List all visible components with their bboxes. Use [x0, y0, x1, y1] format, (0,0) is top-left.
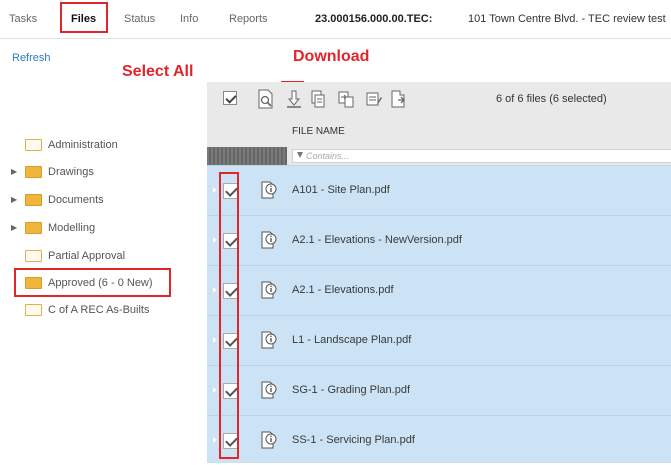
- filter-placeholder: Contains...: [306, 151, 350, 161]
- file-row[interactable]: L1 - Landscape Plan.pdf: [207, 315, 671, 365]
- select-all-annotation: Select All: [122, 63, 194, 80]
- project-code: 23.000156.000.00.TEC:: [315, 13, 433, 25]
- folder-icon: [25, 250, 42, 262]
- row-expand-icon[interactable]: [213, 337, 217, 343]
- project-name: 101 Town Centre Blvd. - TEC review test: [468, 13, 666, 25]
- file-name[interactable]: A2.1 - Elevations.pdf: [292, 284, 394, 296]
- filter-icon[interactable]: [297, 152, 303, 158]
- files-tab-highlight: [60, 2, 108, 33]
- row-expand-icon[interactable]: [213, 187, 217, 193]
- file-toolbar: 6 of 6 files (6 selected): [207, 82, 671, 118]
- copy-icon[interactable]: [309, 89, 327, 109]
- folder-icon: [25, 304, 42, 316]
- file-row[interactable]: SG-1 - Grading Plan.pdf: [207, 365, 671, 415]
- folder-drawings[interactable]: ▶ Drawings: [0, 162, 200, 182]
- folder-label: Administration: [48, 139, 118, 151]
- folder-modelling[interactable]: ▶ Modelling: [0, 218, 200, 238]
- folder-partial-approval[interactable]: Partial Approval: [0, 246, 200, 266]
- tab-info[interactable]: Info: [180, 8, 198, 30]
- folder-c-of-a-rec-as-builts[interactable]: C of A REC As-Builts: [0, 300, 200, 320]
- file-info-icon[interactable]: [260, 280, 278, 300]
- file-row[interactable]: SS-1 - Servicing Plan.pdf: [207, 415, 671, 465]
- folder-documents[interactable]: ▶ Documents: [0, 190, 200, 210]
- tab-status[interactable]: Status: [124, 8, 155, 30]
- file-info-icon[interactable]: [260, 380, 278, 400]
- approved-folder-highlight: [14, 268, 171, 297]
- expand-caret-icon[interactable]: ▶: [11, 162, 19, 182]
- file-row[interactable]: A101 - Site Plan.pdf: [207, 165, 671, 215]
- file-row[interactable]: A2.1 - Elevations - NewVersion.pdf: [207, 215, 671, 265]
- file-info-icon[interactable]: [260, 330, 278, 350]
- filter-row: Contains...: [207, 147, 671, 165]
- grid-header: FILE NAME: [207, 118, 671, 147]
- expand-caret-icon[interactable]: ▶: [11, 218, 19, 238]
- tab-tasks[interactable]: Tasks: [9, 8, 37, 30]
- folder-icon: [25, 166, 42, 178]
- file-name[interactable]: SS-1 - Servicing Plan.pdf: [292, 434, 415, 446]
- move-icon[interactable]: [337, 89, 355, 109]
- download-icon[interactable]: [285, 89, 303, 109]
- file-name-filter-input[interactable]: Contains...: [292, 149, 671, 163]
- row-expand-icon[interactable]: [213, 387, 217, 393]
- file-list: A101 - Site Plan.pdf A2.1 - Elevations -…: [207, 165, 671, 463]
- row-expand-icon[interactable]: [213, 287, 217, 293]
- folder-icon: [25, 222, 42, 234]
- tab-reports[interactable]: Reports: [229, 8, 268, 30]
- filter-cell: Contains...: [287, 147, 671, 165]
- file-row[interactable]: A2.1 - Elevations.pdf: [207, 265, 671, 315]
- file-info-icon[interactable]: [260, 430, 278, 450]
- expand-caret-icon[interactable]: ▶: [11, 190, 19, 210]
- folder-label: Partial Approval: [48, 250, 126, 262]
- folder-administration[interactable]: Administration: [0, 135, 200, 155]
- filter-spacer: [207, 147, 287, 165]
- row-expand-icon[interactable]: [213, 237, 217, 243]
- folder-label: Documents: [48, 194, 104, 206]
- row-checkboxes-highlight: [219, 172, 239, 459]
- export-icon[interactable]: [389, 89, 407, 109]
- download-annotation: Download: [293, 48, 370, 65]
- column-header-file-name[interactable]: FILE NAME: [292, 126, 345, 137]
- file-name[interactable]: A101 - Site Plan.pdf: [292, 184, 390, 196]
- file-name[interactable]: A2.1 - Elevations - NewVersion.pdf: [292, 234, 462, 246]
- selection-count: 6 of 6 files (6 selected): [496, 93, 607, 105]
- folder-icon: [25, 139, 42, 151]
- folder-label: Modelling: [48, 222, 96, 234]
- select-all-checkbox[interactable]: [223, 91, 237, 105]
- file-name[interactable]: L1 - Landscape Plan.pdf: [292, 334, 411, 346]
- folder-label: Drawings: [48, 166, 94, 178]
- file-info-icon[interactable]: [260, 180, 278, 200]
- file-name[interactable]: SG-1 - Grading Plan.pdf: [292, 384, 410, 396]
- folder-label: C of A REC As-Builts: [48, 304, 150, 316]
- file-info-icon[interactable]: [260, 230, 278, 250]
- preview-icon[interactable]: [257, 89, 275, 109]
- folder-icon: [25, 194, 42, 206]
- row-expand-icon[interactable]: [213, 437, 217, 443]
- edit-icon[interactable]: [365, 89, 383, 109]
- top-tab-bar: Tasks Files Status Info Reports 23.00015…: [0, 0, 671, 39]
- refresh-link[interactable]: Refresh: [12, 52, 51, 64]
